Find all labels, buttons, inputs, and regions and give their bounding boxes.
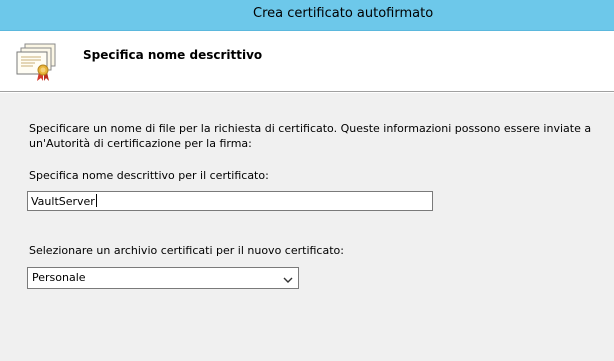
description-text-line2: un'Autorità di certificazione per la fir…	[29, 137, 252, 150]
friendly-name-value: VaultServer	[31, 195, 95, 208]
page-title: Specifica nome descrittivo	[83, 48, 263, 62]
description-text-line1: Specificare un nome di file per la richi…	[29, 122, 592, 135]
certificate-store-select[interactable]: Personale	[27, 267, 299, 289]
chevron-down-icon[interactable]	[283, 274, 293, 283]
title-bar[interactable]: Crea certificato autofirmato	[0, 0, 614, 31]
certificate-icon	[13, 42, 61, 82]
text-caret	[95, 194, 97, 207]
header-divider-highlight	[0, 92, 614, 93]
friendly-name-label: Specifica nome descrittivo per il certif…	[29, 169, 269, 182]
certificate-store-value: Personale	[32, 271, 86, 284]
certificate-store-label: Selezionare un archivio certificati per …	[29, 244, 344, 257]
friendly-name-input[interactable]: VaultServer	[27, 191, 433, 211]
window-title: Crea certificato autofirmato	[253, 6, 434, 21]
